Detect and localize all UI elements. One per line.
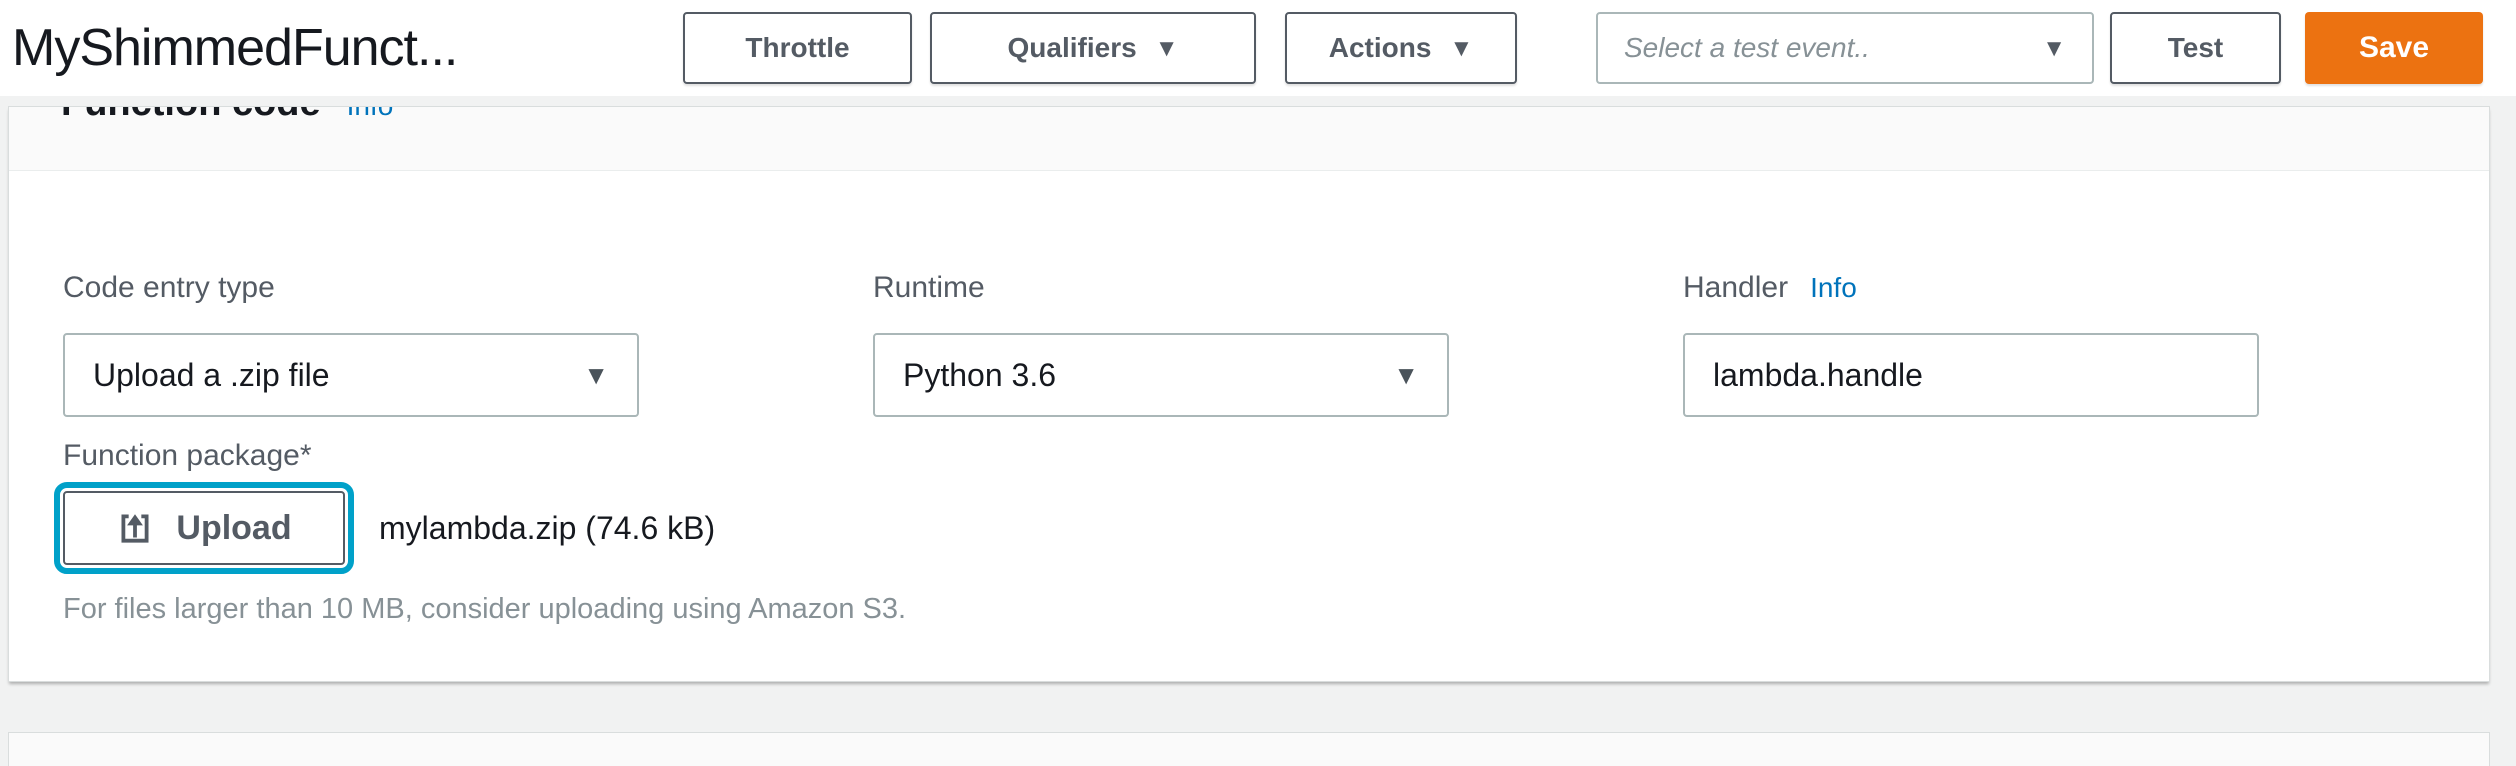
function-package-label: Function package* bbox=[63, 439, 2489, 473]
handler-input[interactable] bbox=[1683, 333, 2259, 417]
runtime-value: Python 3.6 bbox=[903, 357, 1056, 394]
lambda-function-page: MyShimmedFunct... Throttle Qualifiers ▼ … bbox=[0, 0, 2516, 766]
function-code-panel-header: Function code Info bbox=[9, 107, 2489, 171]
chevron-down-icon: ▼ bbox=[583, 360, 609, 391]
chevron-down-icon: ▼ bbox=[1155, 35, 1179, 63]
function-code-info-link[interactable]: Info bbox=[347, 107, 394, 122]
function-package-row: Upload mylambda.zip (74.6 kB) bbox=[63, 491, 2489, 565]
save-button-label: Save bbox=[2359, 31, 2429, 65]
chevron-down-icon: ▼ bbox=[1393, 360, 1419, 391]
code-entry-type-field: Code entry type Upload a .zip file ▼ bbox=[63, 271, 639, 417]
code-entry-type-label: Code entry type bbox=[63, 271, 639, 307]
save-button[interactable]: Save bbox=[2305, 12, 2483, 84]
code-entry-type-value: Upload a .zip file bbox=[93, 357, 330, 394]
upload-helper-text: For files larger than 10 MB, consider up… bbox=[63, 593, 2489, 626]
handler-info-link[interactable]: Info bbox=[1810, 272, 1857, 304]
upload-icon bbox=[116, 509, 154, 547]
test-button-label: Test bbox=[2168, 32, 2224, 64]
function-header-bar: MyShimmedFunct... Throttle Qualifiers ▼ … bbox=[0, 0, 2516, 96]
next-panel-edge bbox=[8, 732, 2490, 766]
uploaded-file-info: mylambda.zip (74.6 kB) bbox=[379, 510, 715, 547]
upload-button[interactable]: Upload bbox=[63, 491, 345, 565]
actions-dropdown-button[interactable]: Actions ▼ bbox=[1285, 12, 1517, 84]
test-button[interactable]: Test bbox=[2110, 12, 2281, 84]
qualifiers-button-label: Qualifiers bbox=[1008, 32, 1137, 64]
upload-button-label: Upload bbox=[176, 509, 291, 548]
function-code-form: Code entry type Upload a .zip file ▼ Run… bbox=[9, 171, 2489, 626]
runtime-select[interactable]: Python 3.6 ▼ bbox=[873, 333, 1449, 417]
chevron-down-icon: ▼ bbox=[2042, 35, 2066, 63]
test-event-select[interactable]: Select a test event.. ▼ bbox=[1596, 12, 2094, 84]
code-entry-type-select[interactable]: Upload a .zip file ▼ bbox=[63, 333, 639, 417]
actions-button-label: Actions bbox=[1329, 32, 1432, 64]
function-code-heading: Function code bbox=[61, 107, 321, 125]
qualifiers-dropdown-button[interactable]: Qualifiers ▼ bbox=[930, 12, 1256, 84]
chevron-down-icon: ▼ bbox=[1449, 35, 1473, 63]
throttle-button[interactable]: Throttle bbox=[683, 12, 912, 84]
test-event-placeholder: Select a test event.. bbox=[1624, 32, 1870, 64]
runtime-field: Runtime Python 3.6 ▼ bbox=[873, 271, 1449, 417]
runtime-label: Runtime bbox=[873, 271, 1449, 307]
function-name-title: MyShimmedFunct... bbox=[12, 18, 683, 78]
function-code-panel: Function code Info Code entry type Uploa… bbox=[8, 106, 2490, 682]
throttle-button-label: Throttle bbox=[745, 32, 849, 64]
handler-field: Handler Info bbox=[1683, 271, 2259, 417]
handler-label: Handler Info bbox=[1683, 271, 2259, 307]
